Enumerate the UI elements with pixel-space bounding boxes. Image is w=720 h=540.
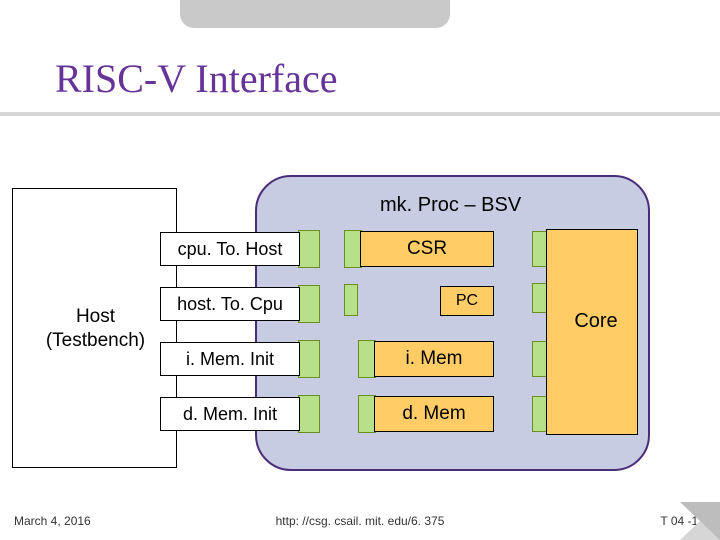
iface-cpuToHost: cpu. To. Host <box>160 232 300 266</box>
connector-stub <box>298 230 320 268</box>
connector-stub <box>298 395 320 433</box>
connector-stub <box>298 340 320 378</box>
iface-dMemInit: d. Mem. Init <box>160 397 300 431</box>
slide-title: RISC-V Interface <box>55 55 338 102</box>
proc-title: mk. Proc – BSV <box>380 194 521 217</box>
pc-box: PC <box>440 286 494 316</box>
connector-stub <box>298 285 320 323</box>
core-label: Core <box>556 310 636 333</box>
iface-iMemInit: i. Mem. Init <box>160 342 300 376</box>
iface-hostToCpu: host. To. Cpu <box>160 287 300 321</box>
corner-fold-icon <box>680 502 720 540</box>
title-underline <box>0 112 720 116</box>
connector-stub <box>344 284 358 316</box>
csr-box: CSR <box>360 231 494 267</box>
dmem-box: d. Mem <box>374 396 494 432</box>
footer-url: http: //csg. csail. mit. edu/6. 375 <box>0 514 720 528</box>
host-label-line1: Host <box>76 306 115 327</box>
host-label-line2: (Testbench) <box>46 330 145 351</box>
top-accent-bar <box>180 0 450 28</box>
host-label: Host (Testbench) <box>18 305 173 353</box>
imem-box: i. Mem <box>374 341 494 377</box>
